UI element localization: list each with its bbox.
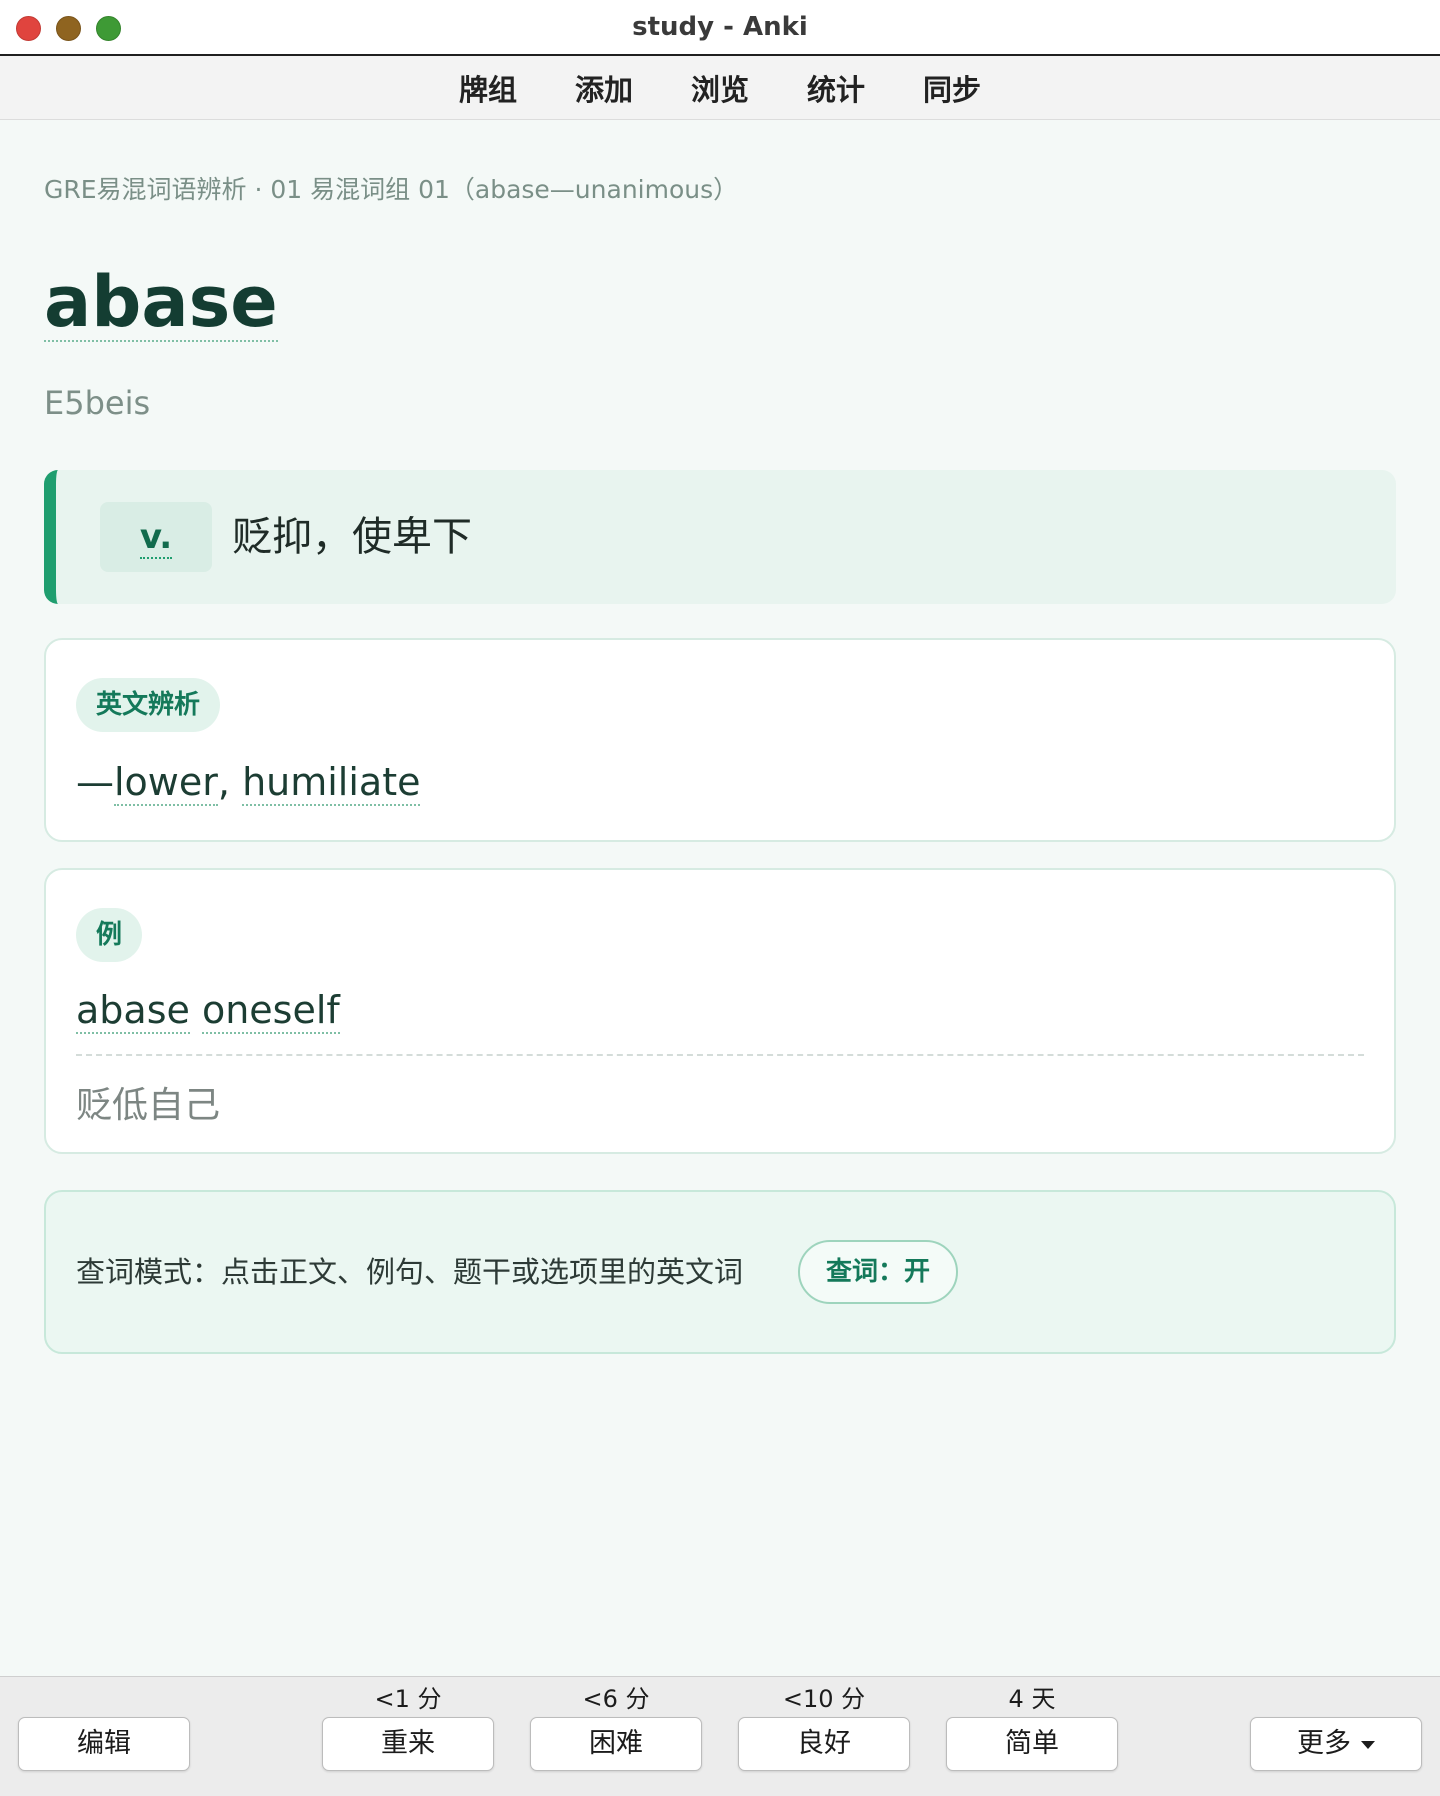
card-content: GRE易混词语辨析 · 01 易混词组 01（abase—unanimous） … xyxy=(0,120,1440,1676)
lookup-toggle-button[interactable]: 查词：开 xyxy=(798,1240,958,1304)
window-title: study - Anki xyxy=(632,12,808,42)
analysis-word-lower[interactable]: lower xyxy=(114,760,218,806)
example-sentence: abase oneself xyxy=(76,988,340,1034)
title-bar: study - Anki xyxy=(0,0,1440,56)
more-button-label: 更多 xyxy=(1297,1728,1351,1759)
definition-box: v. 贬抑，使卑下 xyxy=(44,470,1396,604)
main-toolbar: 牌组 添加 浏览 统计 同步 xyxy=(0,56,1440,120)
analysis-word-humiliate[interactable]: humiliate xyxy=(242,760,421,806)
hard-button[interactable]: 困难 xyxy=(530,1717,702,1771)
toolbar-stats[interactable]: 统计 xyxy=(806,67,866,109)
anki-window: study - Anki 牌组 添加 浏览 统计 同步 GRE易混词语辨析 · … xyxy=(0,0,1440,1796)
again-interval: <1 分 xyxy=(374,1685,442,1713)
definition-text: 贬抑，使卑下 xyxy=(232,514,472,560)
toolbar-browse[interactable]: 浏览 xyxy=(690,67,750,109)
easy-button[interactable]: 简单 xyxy=(946,1717,1118,1771)
analysis-separator: , xyxy=(217,760,243,804)
example-tag: 例 xyxy=(76,908,143,962)
phonetic: E5beis xyxy=(44,384,151,422)
part-of-speech-label[interactable]: v. xyxy=(139,517,173,559)
deck-breadcrumb: GRE易混词语辨析 · 01 易混词组 01（abase—unanimous） xyxy=(44,175,739,204)
good-interval: <10 分 xyxy=(782,1685,866,1713)
example-card: 例 abase oneself 贬低自己 xyxy=(44,868,1396,1154)
good-button[interactable]: 良好 xyxy=(738,1717,910,1771)
easy-interval: 4 天 xyxy=(1008,1685,1056,1713)
lookup-mode-text: 查词模式：点击正文、例句、题干或选项里的英文词 xyxy=(76,1255,744,1289)
lookup-mode-box: 查词模式：点击正文、例句、题干或选项里的英文词 查词：开 xyxy=(44,1190,1396,1354)
analysis-prefix: — xyxy=(76,760,114,804)
again-button[interactable]: 重来 xyxy=(322,1717,494,1771)
answer-bar: 编辑 <1 分 重来 <6 分 困难 <10 分 良好 4 天 简单 更多 xyxy=(0,1676,1440,1796)
edit-button[interactable]: 编辑 xyxy=(18,1717,190,1771)
chevron-down-icon xyxy=(1361,1740,1375,1749)
toolbar-add[interactable]: 添加 xyxy=(574,67,634,109)
toolbar-sync[interactable]: 同步 xyxy=(922,67,982,109)
hard-interval: <6 分 xyxy=(582,1685,650,1713)
part-of-speech: v. xyxy=(100,502,212,572)
example-word-oneself[interactable]: oneself xyxy=(201,988,340,1034)
analysis-card: 英文辨析 —lower, humiliate xyxy=(44,638,1396,842)
headword[interactable]: abase xyxy=(44,266,278,342)
example-word-abase[interactable]: abase xyxy=(76,988,190,1034)
example-divider xyxy=(76,1054,1364,1056)
example-translation: 贬低自己 xyxy=(76,1085,221,1126)
toolbar-decks[interactable]: 牌组 xyxy=(458,67,518,109)
analysis-tag: 英文辨析 xyxy=(76,678,221,732)
analysis-text: —lower, humiliate xyxy=(76,760,421,806)
more-button[interactable]: 更多 xyxy=(1250,1717,1422,1771)
